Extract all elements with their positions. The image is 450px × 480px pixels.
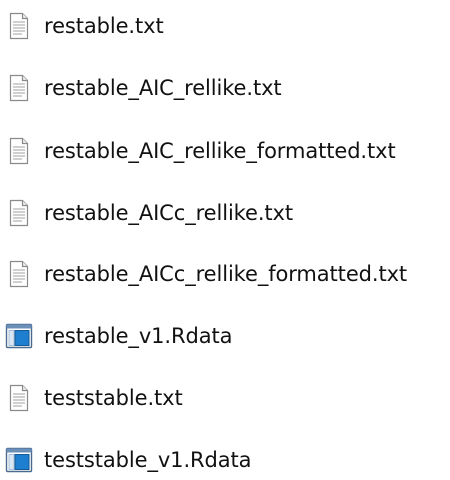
file-item[interactable]: teststable_v1.Rdata [4, 442, 444, 478]
file-item[interactable]: restable_AICc_rellike.txt [4, 195, 444, 231]
file-name: restable_v1.Rdata [44, 324, 233, 348]
file-item[interactable]: restable_AIC_rellike_formatted.txt [4, 133, 444, 169]
text-file-icon [4, 73, 34, 103]
file-name: restable_AICc_rellike.txt [44, 201, 293, 225]
file-item[interactable]: restable_v1.Rdata [4, 318, 444, 354]
text-file-icon [4, 198, 34, 228]
file-list: restable.txt restable_AIC_rellike.txt re… [0, 0, 450, 480]
file-item[interactable]: teststable.txt [4, 380, 444, 416]
file-name: restable_AICc_rellike_formatted.txt [44, 262, 408, 286]
text-file-icon [4, 259, 34, 289]
file-item[interactable]: restable_AIC_rellike.txt [4, 70, 444, 106]
file-name: teststable.txt [44, 386, 183, 410]
rdata-file-icon [4, 445, 34, 475]
file-item[interactable]: restable_AICc_rellike_formatted.txt [4, 256, 444, 292]
file-name: restable.txt [44, 14, 164, 38]
text-file-icon [4, 11, 34, 41]
file-name: teststable_v1.Rdata [44, 448, 252, 472]
rdata-file-icon [4, 321, 34, 351]
file-name: restable_AIC_rellike.txt [44, 76, 282, 100]
file-item[interactable]: restable.txt [4, 8, 444, 44]
text-file-icon [4, 383, 34, 413]
file-name: restable_AIC_rellike_formatted.txt [44, 139, 396, 163]
text-file-icon [4, 136, 34, 166]
